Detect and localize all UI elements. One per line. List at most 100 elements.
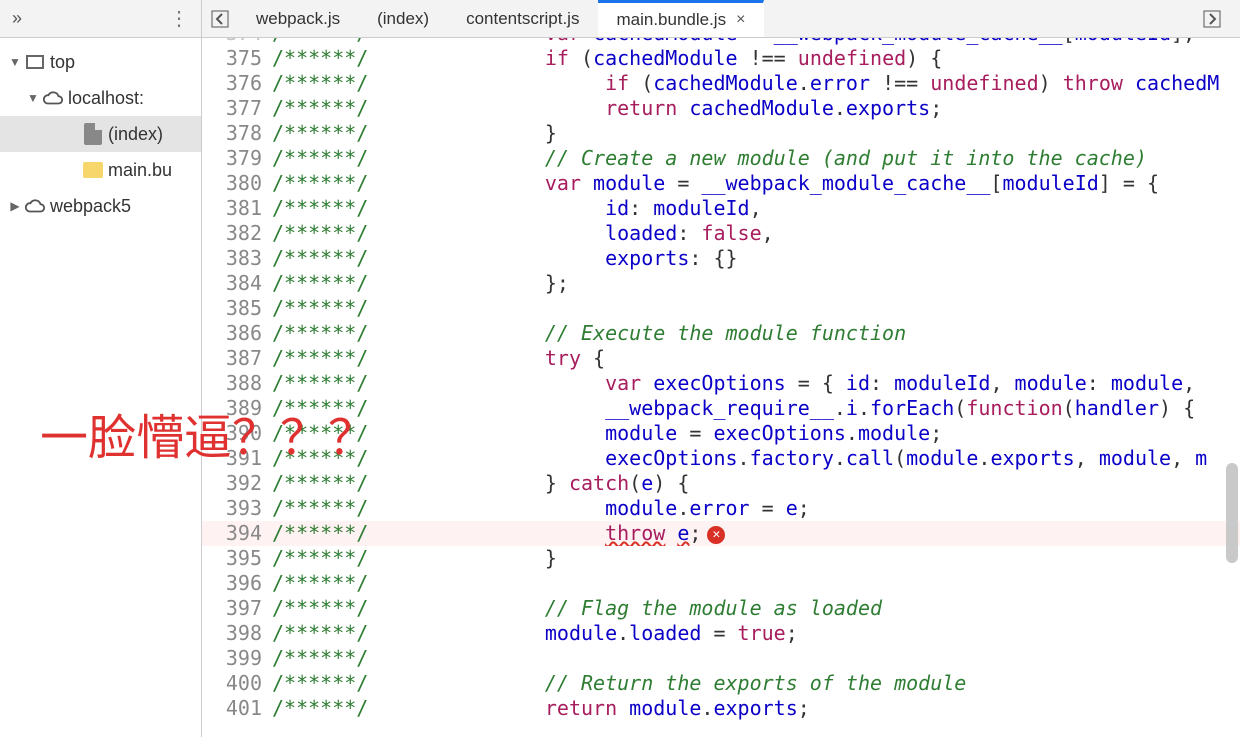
code-content: id: moduleId, [388,196,1240,221]
code-line[interactable]: 396/******/ [202,571,1240,596]
nav-next-icon[interactable] [1200,10,1224,28]
code-line[interactable]: 395/******/ } [202,546,1240,571]
tree-item-label: top [50,52,75,73]
code-line[interactable]: 382/******/ loaded: false, [202,221,1240,246]
code-line[interactable]: 374/******/ var cachedModule = __webpack… [202,38,1240,46]
code-line[interactable]: 393/******/ module.error = e; [202,496,1240,521]
file-tabs: webpack.js(index)contentscript.jsmain.bu… [238,0,1184,37]
code-prefix: /******/ [272,496,388,521]
code-prefix: /******/ [272,396,388,421]
code-line[interactable]: 392/******/ } catch(e) { [202,471,1240,496]
line-number: 401 [202,696,272,721]
code-line[interactable]: 375/******/ if (cachedModule !== undefin… [202,46,1240,71]
code-content [388,571,1240,596]
triangle-down-icon[interactable]: ▼ [24,91,42,105]
code-content: exports: {} [388,246,1240,271]
code-line[interactable]: 394/******/ throw e;✕ [202,521,1240,546]
line-number: 385 [202,296,272,321]
frame-icon [24,55,46,69]
code-line[interactable]: 381/******/ id: moduleId, [202,196,1240,221]
tree-item-main-bu[interactable]: main.bu [0,152,201,188]
code-prefix: /******/ [272,121,388,146]
tree-item-top[interactable]: ▼ top [0,44,201,80]
code-prefix: /******/ [272,696,388,721]
code-line[interactable]: 378/******/ } [202,121,1240,146]
code-line[interactable]: 386/******/ // Execute the module functi… [202,321,1240,346]
code-line[interactable]: 397/******/ // Flag the module as loaded [202,596,1240,621]
triangle-right-icon[interactable]: ▶ [6,199,24,213]
tree-item-webpack5[interactable]: ▶ webpack5 [0,188,201,224]
line-number: 392 [202,471,272,496]
line-number: 380 [202,171,272,196]
code-line[interactable]: 391/******/ execOptions.factory.call(mod… [202,446,1240,471]
code-prefix: /******/ [272,271,388,296]
code-content: throw e;✕ [388,521,1240,546]
tab-label: main.bundle.js [616,10,726,30]
code-line[interactable]: 398/******/ module.loaded = true; [202,621,1240,646]
code-line[interactable]: 383/******/ exports: {} [202,246,1240,271]
code-line[interactable]: 385/******/ [202,296,1240,321]
code-line[interactable]: 401/******/ return module.exports; [202,696,1240,721]
tree-item-label: webpack5 [50,196,131,217]
line-number: 398 [202,621,272,646]
code-prefix: /******/ [272,446,388,471]
code-editor[interactable]: 374/******/ var cachedModule = __webpack… [202,38,1240,737]
code-line[interactable]: 400/******/ // Return the exports of the… [202,671,1240,696]
file-tree: ▼ top ▼localhost:(index)main.bu ▶ webpack5 [0,38,202,737]
code-prefix: /******/ [272,171,388,196]
expand-panes-button[interactable]: » [12,8,22,29]
code-prefix: /******/ [272,71,388,96]
line-number: 397 [202,596,272,621]
code-line[interactable]: 384/******/ }; [202,271,1240,296]
code-line[interactable]: 379/******/ // Create a new module (and … [202,146,1240,171]
sidebar-tools: » ⋮ [0,0,202,37]
tab-contentscript-js[interactable]: contentscript.js [448,0,598,37]
code-line[interactable]: 388/******/ var execOptions = { id: modu… [202,371,1240,396]
tab-label: webpack.js [256,9,340,29]
tree-item-localhost-[interactable]: ▼localhost: [0,80,201,116]
code-prefix: /******/ [272,321,388,346]
code-prefix: /******/ [272,246,388,271]
tab--index-[interactable]: (index) [359,0,448,37]
line-number: 388 [202,371,272,396]
error-icon[interactable]: ✕ [707,526,725,544]
code-line[interactable]: 387/******/ try { [202,346,1240,371]
code-line[interactable]: 376/******/ if (cachedModule.error !== u… [202,71,1240,96]
triangle-down-icon[interactable]: ▼ [6,55,24,69]
tab-close-icon[interactable]: × [736,11,745,29]
code-line[interactable]: 389/******/ __webpack_require__.i.forEac… [202,396,1240,421]
more-menu-button[interactable]: ⋮ [169,6,189,31]
code-content [388,296,1240,321]
code-prefix: /******/ [272,646,388,671]
code-content: module = execOptions.module; [388,421,1240,446]
code-prefix: /******/ [272,571,388,596]
tab-main-bundle-js[interactable]: main.bundle.js × [598,0,764,37]
vertical-scrollbar[interactable] [1226,463,1238,563]
code-line[interactable]: 390/******/ module = execOptions.module; [202,421,1240,446]
code-prefix: /******/ [272,221,388,246]
code-content: return module.exports; [388,696,1240,721]
code-content: module.error = e; [388,496,1240,521]
code-content: if (cachedModule !== undefined) { [388,46,1240,71]
tab-bar: » ⋮ webpack.js(index)contentscript.jsmai… [0,0,1240,38]
code-content: var execOptions = { id: moduleId, module… [388,371,1240,396]
line-number: 391 [202,446,272,471]
tab-label: (index) [377,9,429,29]
tree-item--index-[interactable]: (index) [0,116,201,152]
code-prefix: /******/ [272,596,388,621]
code-prefix: /******/ [272,546,388,571]
code-line[interactable]: 377/******/ return cachedModule.exports; [202,96,1240,121]
code-prefix: /******/ [272,671,388,696]
code-prefix: /******/ [272,471,388,496]
line-number: 394 [202,521,272,546]
code-prefix: /******/ [272,521,388,546]
tab-webpack-js[interactable]: webpack.js [238,0,359,37]
nav-prev-icon[interactable] [208,0,232,37]
code-content: // Create a new module (and put it into … [388,146,1240,171]
line-number: 389 [202,396,272,421]
line-number: 377 [202,96,272,121]
code-line[interactable]: 399/******/ [202,646,1240,671]
code-line[interactable]: 380/******/ var module = __webpack_modul… [202,171,1240,196]
line-number: 381 [202,196,272,221]
code-content: } [388,121,1240,146]
